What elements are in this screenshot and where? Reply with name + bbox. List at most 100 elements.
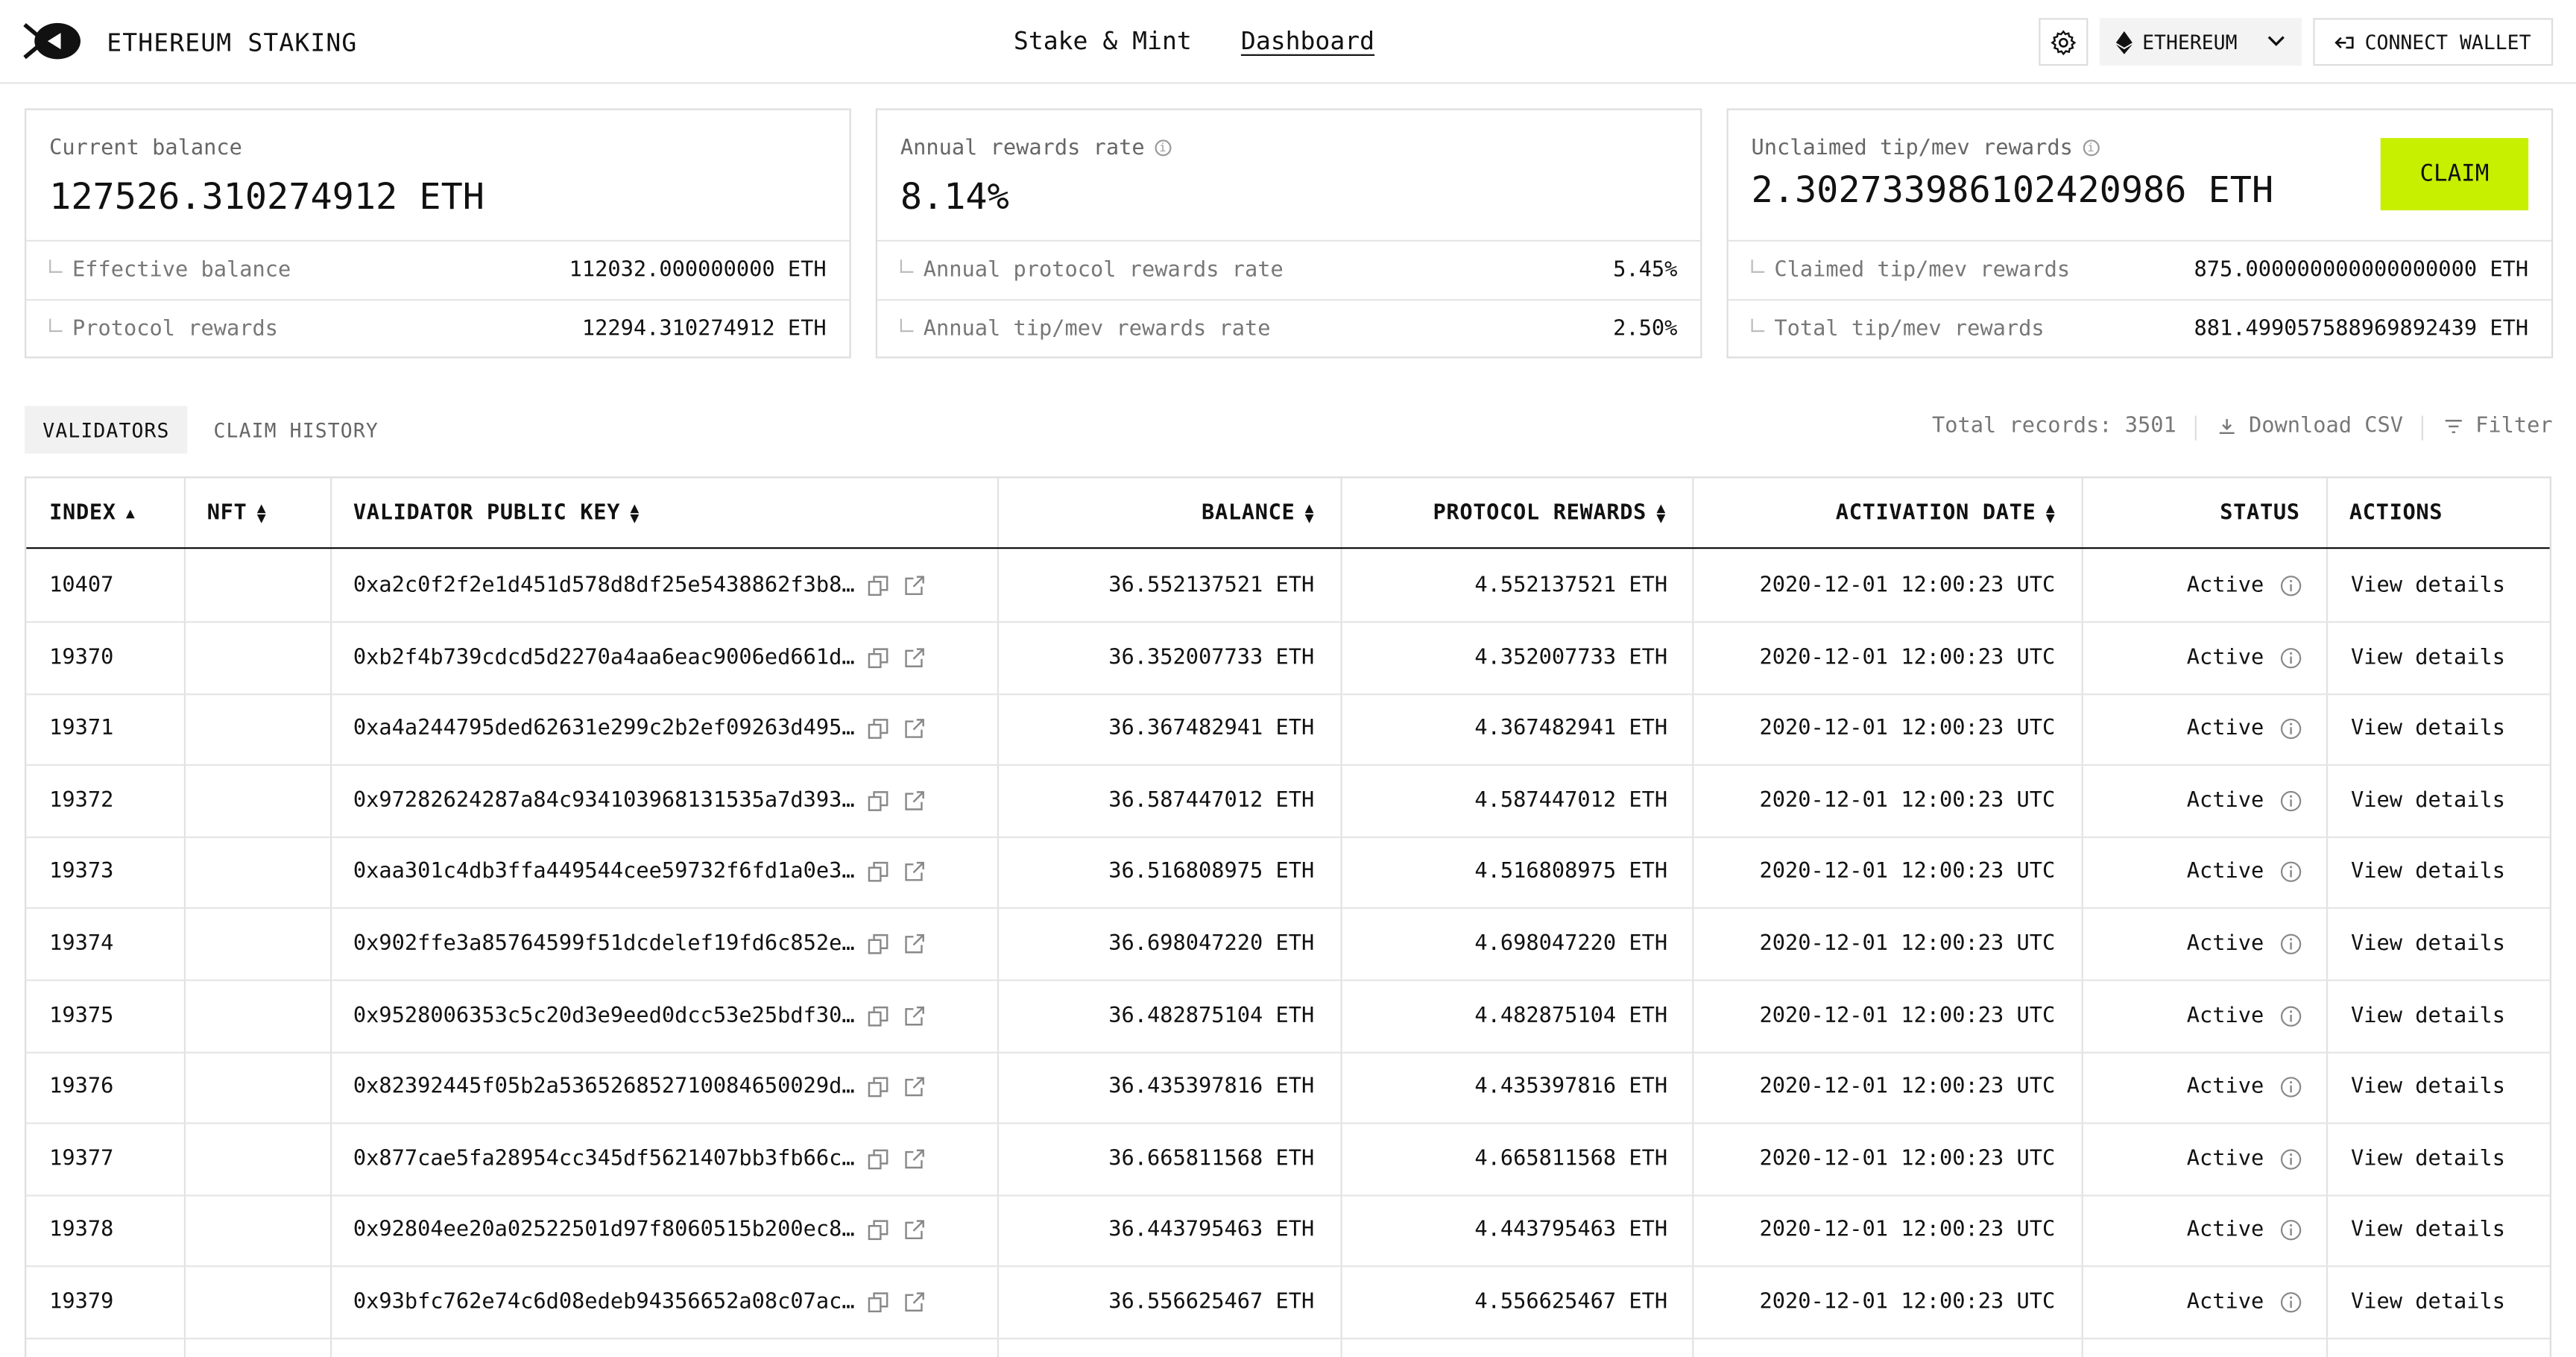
status-info-icon[interactable]: [2280, 1267, 2302, 1338]
copy-icon[interactable]: [868, 766, 889, 837]
wallet-connect-icon: [2335, 36, 2355, 48]
protocol-rewards-value: 12294.310274912 ETH: [581, 317, 827, 342]
view-details-link[interactable]: View details: [2351, 1052, 2505, 1123]
view-details-link[interactable]: View details: [2351, 550, 2505, 621]
settings-button[interactable]: [2039, 18, 2089, 66]
copy-icon[interactable]: [868, 1124, 889, 1194]
total-tip-label: Total tip/mev rewards: [1774, 317, 2045, 342]
tab-claim-history[interactable]: CLAIM HISTORY: [195, 406, 397, 453]
copy-icon[interactable]: [868, 909, 889, 980]
status-info-icon[interactable]: [2280, 550, 2302, 621]
cell-index: 10407: [49, 573, 114, 599]
copy-icon[interactable]: [868, 622, 889, 693]
tree-corner-icon: [49, 318, 63, 333]
external-link-icon[interactable]: [903, 1124, 925, 1194]
copy-icon[interactable]: [868, 1052, 889, 1123]
connect-wallet-label: CONNECT WALLET: [2364, 30, 2531, 54]
table-row: 19370 0xb2f4b739cdcd5d2270a4aa6eac9006ed6…: [26, 622, 2550, 695]
cell-balance: 36.352007733 ETH: [1108, 645, 1315, 670]
view-details-link[interactable]: View details: [2351, 909, 2505, 980]
table-row: 19372 0x97282624287a84c934103968131535a7d…: [26, 766, 2550, 838]
annual-rate-label: Annual rewards rate: [900, 136, 1145, 161]
external-link-icon[interactable]: [903, 550, 925, 621]
info-icon[interactable]: i: [2083, 139, 2100, 156]
copy-icon[interactable]: [868, 694, 889, 765]
filter-icon: [2445, 420, 2462, 433]
status-info-icon[interactable]: [2280, 1124, 2302, 1194]
brand-logo-icon[interactable]: [23, 22, 82, 61]
cell-activation-date: 2020-12-01 12:00:23 UTC: [1759, 931, 2056, 957]
cell-index: 19372: [49, 788, 114, 813]
status-info-icon[interactable]: [2280, 1052, 2302, 1123]
view-details-link[interactable]: View details: [2351, 766, 2505, 837]
header-activation-date[interactable]: ACTIVATION DATE ▲ ▼: [1836, 478, 2056, 549]
external-link-icon[interactable]: [903, 622, 925, 693]
view-details-link[interactable]: View details: [2351, 837, 2505, 908]
external-link-icon[interactable]: [903, 1267, 925, 1338]
external-link-icon[interactable]: [903, 980, 925, 1051]
external-link-icon[interactable]: [903, 766, 925, 837]
cell-public-key: 0x9528006353c5c20d3e9eed0dcc53e25bdf30…: [353, 1003, 855, 1028]
tab-validators[interactable]: VALIDATORS: [25, 406, 188, 454]
external-link-icon[interactable]: [903, 1195, 925, 1266]
protocol-rewards-row: Protocol rewards 12294.310274912 ETH: [26, 299, 850, 358]
view-details-link[interactable]: View details: [2351, 694, 2505, 765]
status-info-icon[interactable]: [2280, 1195, 2302, 1266]
header-protocol-rewards[interactable]: PROTOCOL REWARDS ▲ ▼: [1433, 478, 1666, 549]
cell-public-key: 0xa2c0f2f2e1d451d578d8df25e5438862f3b8…: [353, 573, 855, 599]
status-info-icon[interactable]: [2280, 694, 2302, 765]
connect-wallet-button[interactable]: CONNECT WALLET: [2313, 18, 2554, 66]
annual-tip-rate-label: Annual tip/mev rewards rate: [923, 317, 1271, 342]
view-details-link[interactable]: View details: [2351, 1267, 2505, 1338]
header-nft[interactable]: NFT ▲ ▼: [207, 478, 267, 549]
nav-stake-mint[interactable]: Stake & Mint: [1014, 26, 1192, 56]
status-badge: Active: [2186, 1003, 2264, 1028]
status-badge: Active: [2186, 645, 2264, 670]
copy-icon[interactable]: [868, 980, 889, 1051]
external-link-icon[interactable]: [903, 694, 925, 765]
external-link-icon[interactable]: [903, 1052, 925, 1123]
info-icon[interactable]: i: [1154, 139, 1171, 156]
brand-name: ETHEREUM STAKING: [107, 28, 358, 58]
claim-button[interactable]: CLAIM: [2380, 138, 2529, 211]
cell-activation-date: 2020-12-01 12:00:23 UTC: [1759, 645, 2056, 670]
current-balance-value: 127526.310274912 ETH: [49, 177, 484, 219]
view-details-link[interactable]: View details: [2351, 622, 2505, 693]
status-info-icon[interactable]: [2280, 622, 2302, 693]
annual-protocol-rate-row: Annual protocol rewards rate 5.45%: [877, 239, 1701, 299]
ethereum-icon: [2115, 30, 2133, 54]
view-details-link[interactable]: View details: [2351, 1195, 2505, 1266]
sort-icon: ▲ ▼: [256, 500, 267, 527]
external-link-icon[interactable]: [903, 909, 925, 980]
view-details-link[interactable]: View details: [2351, 980, 2505, 1051]
network-selector[interactable]: ETHEREUM: [2099, 18, 2302, 66]
status-info-icon[interactable]: [2280, 980, 2302, 1051]
header-balance[interactable]: BALANCE ▲ ▼: [1202, 478, 1314, 549]
status-info-icon[interactable]: [2280, 909, 2302, 980]
cell-activation-date: 2020-12-01 12:00:23 UTC: [1759, 1147, 2056, 1172]
tree-corner-icon: [1751, 318, 1765, 333]
header-index[interactable]: INDEX ▲: [49, 478, 135, 549]
copy-icon[interactable]: [868, 1267, 889, 1338]
download-csv-button[interactable]: Download CSV: [2218, 414, 2403, 438]
external-link-icon[interactable]: [903, 837, 925, 908]
filter-button[interactable]: Filter: [2445, 414, 2553, 438]
cell-balance: 36.367482941 ETH: [1108, 717, 1315, 742]
header-public-key[interactable]: VALIDATOR PUBLIC KEY ▲ ▼: [353, 478, 640, 549]
unclaimed-label: Unclaimed tip/mev rewards: [1751, 136, 2073, 161]
current-balance-label: Current balance: [49, 136, 242, 161]
nav-dashboard[interactable]: Dashboard: [1241, 26, 1374, 56]
header-actions: ACTIONS: [2349, 501, 2443, 526]
copy-icon[interactable]: [868, 550, 889, 621]
cell-protocol-rewards: 4.698047220 ETH: [1474, 931, 1668, 957]
status-info-icon[interactable]: [2280, 837, 2302, 908]
cell-activation-date: 2020-12-01 12:00:23 UTC: [1759, 1290, 2056, 1315]
view-details-link[interactable]: View details: [2351, 1124, 2505, 1194]
copy-icon[interactable]: [868, 837, 889, 908]
cell-activation-date: 2020-12-01 12:00:23 UTC: [1759, 860, 2056, 885]
table-row: 19374 0x902ffe3a85764599f51dcdelef19fd6c8…: [26, 909, 2550, 981]
status-info-icon[interactable]: [2280, 766, 2302, 837]
copy-icon[interactable]: [868, 1195, 889, 1266]
cell-protocol-rewards: 4.482875104 ETH: [1474, 1003, 1668, 1028]
cell-index: 19379: [49, 1290, 114, 1315]
